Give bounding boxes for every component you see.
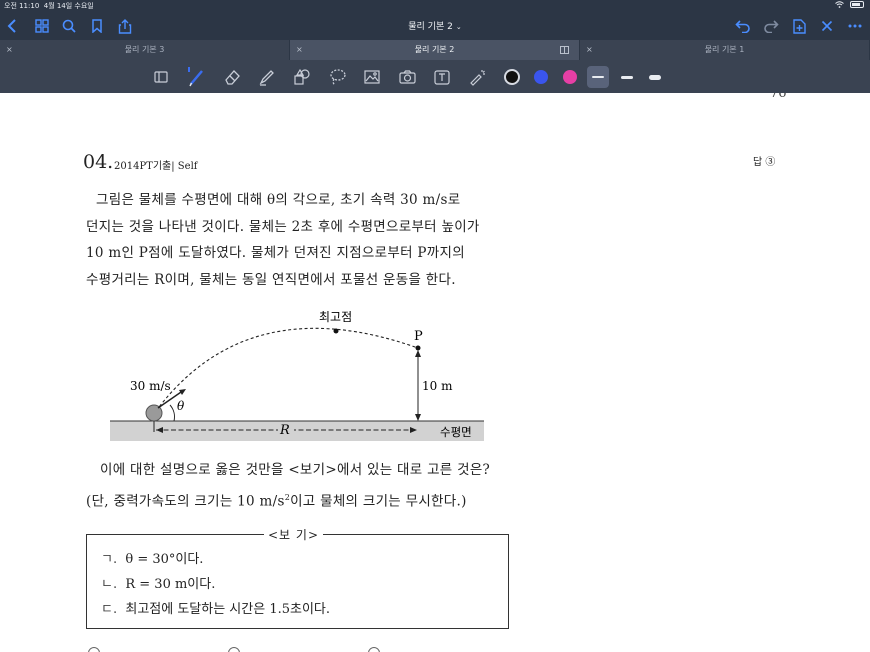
bogi-item: ㄷ. 최고점에 도달하는 시간은 1.5초이다. — [101, 602, 331, 617]
document-page[interactable]: 76 04. 2014PT기출| Self 답 ③ 그림은 물체를 수평면에 대… — [0, 93, 870, 652]
problem-line: 10 m인 P점에 도달하였다. 물체가 던져진 지점으로부터 P까지의 — [86, 245, 465, 261]
tab-physics-basic-2[interactable]: × 물리 기본 2 — [290, 40, 580, 60]
stroke-thick-option[interactable] — [644, 66, 666, 88]
stroke-thin-option[interactable] — [587, 66, 609, 88]
stroke-thick-sample — [649, 74, 661, 80]
color-swatch-pink — [563, 70, 577, 84]
pen-icon[interactable] — [186, 66, 208, 88]
eraser-icon[interactable] — [222, 66, 244, 88]
point-p-label: P — [414, 329, 423, 344]
apex-point — [333, 328, 339, 334]
projectile-figure: θ 30 m/s 최고점 P 10 m R 수평면 — [110, 310, 484, 441]
lasso-icon[interactable] — [327, 66, 349, 88]
height-label: 10 m — [422, 379, 453, 393]
question-note: (단, 중력가속도의 크기는 10 m/s2이고 물체의 크기는 무시한다.) — [86, 493, 467, 510]
status-time: 오전 11:10 4월 14일 수요일 — [4, 2, 94, 10]
ground-label: 수평면 — [440, 425, 472, 439]
problem-line: 그림은 물체를 수평면에 대해 θ의 각으로, 초기 속력 30 m/s로 — [96, 192, 461, 208]
choice-marker — [228, 647, 240, 652]
add-page-icon[interactable] — [789, 16, 809, 36]
shapes-icon[interactable] — [291, 66, 313, 88]
color-swatch-blue — [534, 70, 548, 84]
answer-label: 답 ③ — [753, 157, 776, 168]
choice-marker — [88, 647, 100, 652]
problem-line: 수평거리는 R이며, 물체는 동일 연직면에서 포물선 운동을 한다. — [86, 271, 456, 288]
tab-label: 물리 기본 3 — [124, 45, 165, 54]
choice-marker — [368, 647, 380, 652]
textbox-icon[interactable] — [431, 66, 453, 88]
laser-pointer-icon[interactable] — [467, 66, 489, 88]
sidebar-icon[interactable] — [150, 66, 172, 88]
height-arrowhead — [415, 414, 421, 421]
redo-icon[interactable] — [761, 16, 781, 36]
trajectory-path — [155, 327, 419, 412]
color-blue-swatch[interactable] — [530, 66, 552, 88]
angle-label: θ — [177, 399, 185, 413]
camera-icon[interactable] — [396, 66, 418, 88]
stroke-medium-sample — [621, 75, 633, 79]
color-swatch-black — [504, 69, 520, 85]
color-black-swatch[interactable] — [501, 66, 523, 88]
bogi-box: <보 기> ㄱ. θ = 30°이다. ㄴ. R = 30 m이다. ㄷ. 최고… — [86, 526, 509, 629]
bogi-title: <보 기> — [264, 526, 324, 543]
tab-close-icon[interactable]: × — [586, 40, 593, 60]
tab-bar: × 물리 기본 3 × 물리 기본 2 × 물리 기본 1 — [0, 40, 870, 60]
highlighter-icon[interactable] — [256, 66, 278, 88]
wifi-icon — [835, 1, 844, 8]
tab-physics-basic-3[interactable]: × 물리 기본 3 — [0, 40, 290, 60]
split-view-icon[interactable] — [560, 46, 569, 54]
answer-choices-peek — [86, 647, 406, 652]
more-icon[interactable] — [845, 16, 865, 36]
bogi-item: ㄴ. R = 30 m이다. — [101, 577, 216, 592]
stroke-thin-sample — [592, 76, 604, 78]
tab-label: 물리 기본 1 — [704, 45, 745, 54]
close-icon[interactable] — [817, 16, 837, 36]
ground-surface — [110, 421, 484, 441]
tab-close-icon[interactable]: × — [296, 40, 303, 60]
image-icon[interactable] — [361, 66, 383, 88]
page-number: 76 — [770, 93, 787, 101]
question-source: 2014PT기출| Self — [114, 161, 198, 172]
range-label: R — [279, 423, 290, 438]
color-pink-swatch[interactable] — [559, 66, 581, 88]
point-p — [415, 345, 421, 351]
undo-icon[interactable] — [733, 16, 753, 36]
stroke-medium-option[interactable] — [616, 66, 638, 88]
tab-close-icon[interactable]: × — [6, 40, 13, 60]
bogi-item: ㄱ. θ = 30°이다. — [101, 552, 204, 567]
tab-physics-basic-1[interactable]: × 물리 기본 1 — [580, 40, 870, 60]
problem-line: 던지는 것을 나타낸 것이다. 물체는 2초 후에 수평면으로부터 높이가 — [86, 218, 480, 235]
question-number: 04. — [83, 151, 114, 173]
question-prompt: 이에 대한 설명으로 옳은 것만을 <보기>에서 있는 대로 고른 것은? — [100, 462, 491, 478]
tab-label: 물리 기본 2 — [414, 45, 455, 54]
problem-text: 그림은 물체를 수평면에 대해 θ의 각으로, 초기 속력 30 m/s로 던지… — [86, 187, 506, 293]
height-arrowhead-top — [415, 350, 421, 357]
angle-arc — [169, 404, 175, 422]
battery-icon — [850, 1, 864, 8]
apex-label: 최고점 — [319, 310, 352, 324]
drawing-toolbar — [0, 60, 870, 93]
nav-bar: 물리 기본 2 ⌄ — [0, 12, 870, 40]
status-bar: 오전 11:10 4월 14일 수요일 — [0, 0, 870, 12]
speed-label: 30 m/s — [130, 379, 171, 393]
